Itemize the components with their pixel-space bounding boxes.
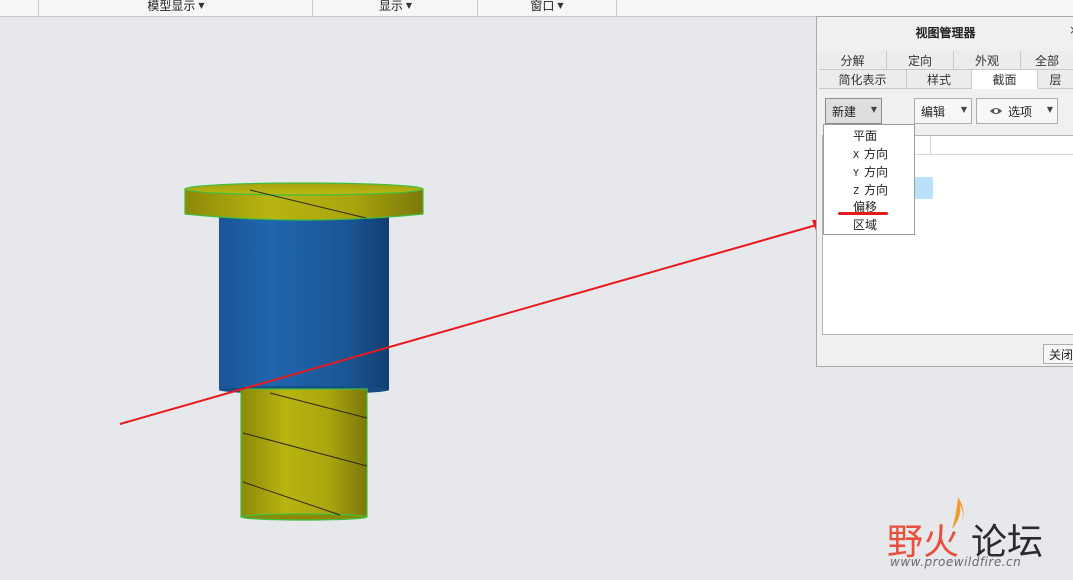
eye-icon: [990, 108, 1002, 114]
axis-label: X: [853, 150, 860, 161]
options-button[interactable]: 选项 ▼: [976, 98, 1058, 124]
menu-item-label: 平面: [853, 129, 878, 143]
watermark-logo: 野火 论坛 www.proewildfire.cn: [885, 495, 1065, 575]
new-button-label: 新建: [832, 104, 857, 119]
ribbon-group-window[interactable]: 窗口 ▼: [477, 0, 617, 16]
axis-label: Y: [853, 168, 860, 179]
menu-item-zone[interactable]: 区域: [853, 216, 877, 234]
new-section-menu: 平面 X 方向 Y 方向 Z 方向 偏移 区域: [823, 124, 915, 235]
highlight-underline: [838, 212, 888, 215]
menu-item-z-direction[interactable]: Z 方向: [853, 181, 888, 199]
lower-thread-cylinder[interactable]: [240, 388, 368, 521]
tab-layers[interactable]: 层: [1038, 70, 1073, 89]
chevron-down-icon: ▼: [405, 1, 413, 10]
tab-sections[interactable]: 截面: [972, 70, 1038, 89]
close-button[interactable]: 关闭: [1043, 344, 1073, 364]
ribbon-group-model-display[interactable]: 模型显示 ▼: [38, 0, 313, 16]
flame-icon: [952, 497, 964, 529]
menu-item-label: 方向: [864, 165, 889, 179]
tab-appearance[interactable]: 外观: [954, 51, 1021, 70]
chevron-down-icon: ▼: [198, 1, 205, 10]
close-icon[interactable]: ×: [1069, 23, 1073, 37]
menu-item-x-direction[interactable]: X 方向: [853, 145, 888, 163]
ribbon-group-bar: 模型显示 ▼ 显示 ▼ 窗口 ▼: [0, 0, 1073, 17]
ribbon-group-label: 模型显示: [147, 0, 196, 13]
tab-all[interactable]: 全部: [1021, 51, 1073, 70]
tab-explode[interactable]: 分解: [819, 51, 887, 70]
ribbon-group-label: 窗口: [530, 0, 555, 13]
tab-orient[interactable]: 定向: [887, 51, 954, 70]
menu-item-planar[interactable]: 平面: [853, 127, 877, 145]
chevron-down-icon: ▼: [960, 105, 967, 114]
chevron-down-icon: ▼: [870, 105, 877, 114]
edit-button[interactable]: 编辑 ▼: [914, 98, 972, 124]
tab-style[interactable]: 样式: [907, 70, 972, 89]
ribbon-group-display[interactable]: 显示 ▼: [312, 0, 478, 16]
menu-item-label: 区域: [853, 218, 878, 232]
watermark-url: www.proewildfire.cn: [890, 555, 1022, 569]
chevron-down-icon: ▼: [1046, 105, 1053, 114]
axis-label: Z: [853, 186, 860, 197]
tab-simplified-rep[interactable]: 简化表示: [819, 70, 907, 89]
top-flange[interactable]: [184, 182, 424, 221]
menu-item-y-direction[interactable]: Y 方向: [853, 163, 888, 181]
panel-title: 视图管理器: [915, 25, 976, 40]
ribbon-group-label: 显示: [378, 0, 403, 13]
tab-row-bottom: 简化表示 样式 截面 层: [819, 70, 1073, 89]
menu-item-label: 方向: [864, 147, 889, 161]
menu-item-label: 方向: [864, 183, 889, 197]
edit-button-label: 编辑: [921, 104, 946, 119]
selected-list-item[interactable]: [913, 177, 933, 199]
column-divider[interactable]: [930, 136, 931, 154]
chevron-down-icon: ▼: [557, 1, 564, 10]
tab-row-top: 分解 定向 外观 全部: [819, 51, 1073, 70]
options-button-label: 选项: [1008, 104, 1033, 119]
new-button[interactable]: 新建 ▼: [825, 98, 882, 124]
body-cylinder[interactable]: [219, 214, 389, 394]
